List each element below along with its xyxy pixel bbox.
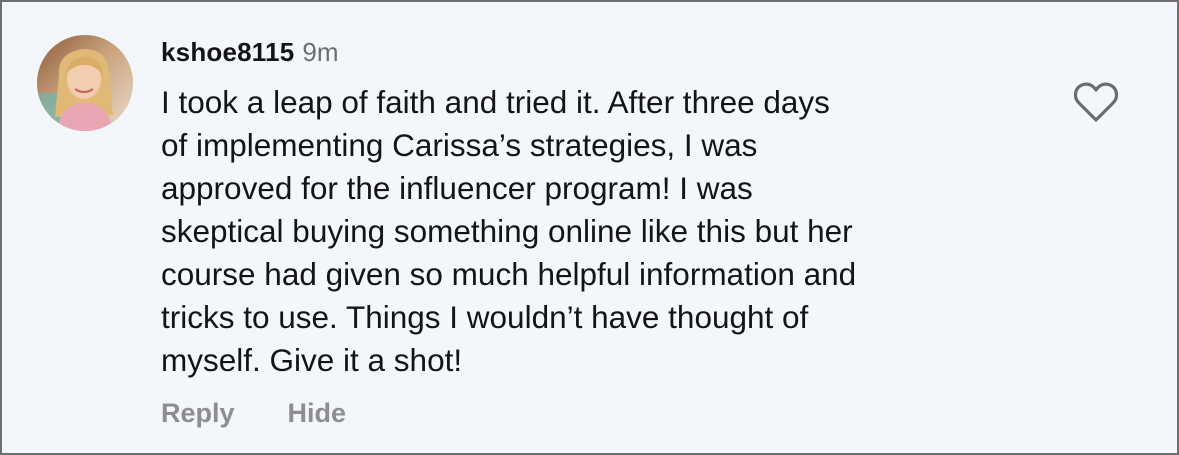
heart-outline-icon	[1073, 82, 1119, 122]
comment-actions: Reply Hide	[161, 398, 346, 429]
reply-button[interactable]: Reply	[161, 398, 235, 429]
comment-text: I took a leap of faith and tried it. Aft…	[161, 84, 857, 378]
comment-card: kshoe8115 9m I took a leap of faith and …	[0, 0, 1179, 455]
timestamp: 9m	[302, 37, 339, 67]
like-button[interactable]	[1072, 80, 1120, 124]
profile-photo	[37, 35, 133, 131]
hide-button[interactable]: Hide	[288, 398, 347, 429]
avatar[interactable]	[37, 35, 133, 131]
comment-header: kshoe8115 9m	[161, 37, 338, 73]
username[interactable]: kshoe8115	[161, 37, 294, 68]
